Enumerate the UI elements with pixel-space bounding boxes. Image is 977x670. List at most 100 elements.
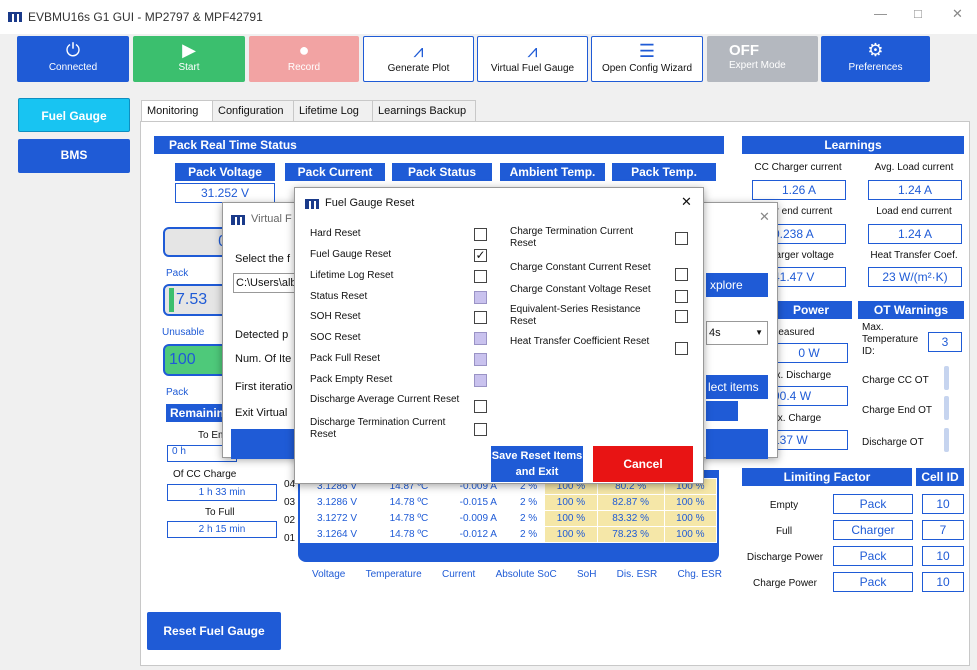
reset-option-checkbox[interactable] bbox=[474, 400, 487, 413]
pack-current-header: Pack Current bbox=[285, 163, 385, 181]
max-charge-value: 137 W bbox=[770, 430, 848, 450]
vfg-explore-button[interactable]: xplore bbox=[706, 273, 768, 297]
limit-empty-cell: 10 bbox=[922, 494, 964, 514]
reset-option-checkbox[interactable] bbox=[675, 310, 688, 323]
unusable-label: Unusable bbox=[162, 327, 205, 338]
limit-charge-power-cell: 10 bbox=[922, 572, 964, 592]
connected-label: Connected bbox=[48, 62, 98, 73]
charger-voltage-label: harger voltage bbox=[770, 250, 834, 261]
cell-table: 3.1286 V 14.87 ºC -0.009 A2 % 100 % 80.2 % 10… bbox=[299, 478, 718, 543]
reset-option-label: Charge Constant Voltage Reset bbox=[510, 284, 651, 295]
cell-id-01: 01 bbox=[284, 533, 296, 544]
generate-plot-button[interactable]: ⩘ Generate Plot bbox=[363, 36, 474, 82]
vfg-dropdown-value: 4s bbox=[709, 327, 721, 339]
charger-end-current-value: 0.238 A bbox=[770, 224, 846, 244]
vfg-close-icon[interactable]: ✕ bbox=[759, 209, 770, 225]
limit-discharge-power-label: Discharge Power bbox=[746, 552, 824, 563]
reset-option-label: Lifetime Log Reset bbox=[310, 270, 394, 281]
limit-full-cell: 7 bbox=[922, 520, 964, 540]
gear-icon: ⚙ bbox=[867, 40, 884, 60]
limit-discharge-power-factor: Pack bbox=[833, 546, 913, 566]
title-bar: EVBMU16s G1 GUI - MP2797 & MPF42791 — □ … bbox=[0, 0, 977, 34]
reset-option-checkbox[interactable] bbox=[474, 228, 487, 241]
limiting-factor-header: Limiting Factor bbox=[742, 468, 912, 486]
reset-fuel-gauge-button[interactable]: Reset Fuel Gauge bbox=[147, 612, 281, 650]
save-reset-items-button[interactable]: Save Reset Items and Exit bbox=[491, 446, 583, 482]
reset-option-label: Status Reset bbox=[310, 291, 368, 302]
record-label: Record bbox=[287, 62, 321, 73]
window-title: EVBMU16s G1 GUI - MP2797 & MPF42791 bbox=[28, 10, 263, 24]
reset-option-checkbox bbox=[474, 291, 487, 304]
reset-option-checkbox[interactable] bbox=[474, 423, 487, 436]
tab-monitoring[interactable]: Monitoring bbox=[141, 100, 213, 123]
reset-option-checkbox bbox=[474, 353, 487, 366]
vfg-path-input[interactable]: C:\Users\alb bbox=[233, 273, 295, 293]
vfg-num-items-label: Num. Of Ite bbox=[235, 353, 292, 365]
to-full-label: To Full bbox=[205, 507, 235, 518]
reset-option-label: Fuel Gauge Reset bbox=[310, 249, 392, 260]
of-cc-charge-label: Of CC Charge bbox=[173, 469, 237, 480]
generate-plot-label: Generate Plot bbox=[387, 63, 450, 74]
max-temperature-label: Max. Temperature ID: bbox=[862, 322, 919, 357]
max-temperature-value: 3 bbox=[928, 332, 962, 352]
vfg-bottom-button[interactable] bbox=[231, 429, 301, 459]
tab-configuration[interactable]: Configuration bbox=[212, 100, 294, 122]
fuel-gauge-reset-dialog: Fuel Gauge Reset ✕ Save Reset Items and … bbox=[294, 187, 704, 484]
reset-option-checkbox[interactable] bbox=[675, 342, 688, 355]
cell-value: 100 % bbox=[544, 494, 598, 511]
close-icon[interactable]: ✕ bbox=[952, 6, 963, 22]
reset-option-checkbox[interactable] bbox=[675, 268, 688, 281]
max-discharge-value: 90.4 W bbox=[770, 386, 848, 406]
open-config-wizard-button[interactable]: ☰ Open Config Wizard bbox=[591, 36, 703, 82]
maximize-icon[interactable]: □ bbox=[914, 6, 922, 21]
start-button[interactable]: ▶ Start bbox=[133, 36, 245, 82]
vfg-right-button[interactable] bbox=[706, 429, 768, 459]
open-config-wizard-label: Open Config Wizard bbox=[601, 63, 693, 74]
heat-transfer-coef-value: 23 W/(m²·K) bbox=[868, 267, 962, 287]
virtual-fuel-gauge-button[interactable]: ⩘ Virtual Fuel Gauge bbox=[477, 36, 588, 82]
vfg-cells-dropdown[interactable]: 4s ▼ bbox=[706, 321, 768, 345]
cell-value: 3.1272 V bbox=[299, 510, 375, 527]
reset-option-checkbox[interactable] bbox=[474, 270, 487, 283]
col-soh: SoH bbox=[576, 569, 597, 580]
cell-row: 3.1272 V 14.78 ºC -0.009 A2 % 100 % 83.32 % 1… bbox=[299, 510, 718, 527]
cc-charger-current-value: 1.26 A bbox=[752, 180, 846, 200]
reset-logo-icon bbox=[305, 199, 319, 209]
limit-empty-factor: Pack bbox=[833, 494, 913, 514]
preferences-button[interactable]: ⚙ Preferences bbox=[821, 36, 930, 82]
reset-option-checkbox[interactable]: ✓ bbox=[474, 249, 487, 262]
app-logo-icon bbox=[8, 12, 22, 22]
reset-option-label: Discharge Average Current Reset bbox=[310, 394, 460, 405]
limit-charge-power-label: Charge Power bbox=[753, 578, 817, 589]
vfg-select-items-button[interactable]: lect items bbox=[706, 375, 768, 399]
col-voltage: Voltage bbox=[312, 569, 346, 580]
side-nav-bms[interactable]: BMS bbox=[18, 139, 130, 173]
cell-row-ids: 04 03 02 01 bbox=[284, 476, 295, 548]
to-full-value: 2 h 15 min bbox=[167, 521, 277, 538]
col-dis-esr: Dis. ESR bbox=[616, 569, 658, 580]
cancel-button[interactable]: Cancel bbox=[593, 446, 693, 482]
cell-value: 2 % bbox=[511, 526, 546, 543]
record-button[interactable]: ● Record bbox=[249, 36, 359, 82]
pack-status-header: Pack Real Time Status bbox=[154, 136, 724, 154]
minimize-icon[interactable]: — bbox=[874, 6, 887, 21]
power-header: Power bbox=[770, 301, 852, 319]
expert-mode-toggle[interactable]: OFF Expert Mode bbox=[707, 36, 818, 82]
reset-option-checkbox[interactable] bbox=[675, 290, 688, 303]
reset-dialog-title: Fuel Gauge Reset bbox=[325, 197, 415, 209]
reset-close-icon[interactable]: ✕ bbox=[681, 194, 692, 210]
tab-lifetime-log[interactable]: Lifetime Log bbox=[293, 100, 373, 122]
reset-option-label: Charge Termination Current Reset bbox=[510, 226, 634, 249]
vfg-dialog-title: Virtual F bbox=[251, 213, 292, 225]
charge-cc-ot-label: Charge CC OT bbox=[862, 375, 929, 386]
pack-label-1: Pack bbox=[166, 268, 189, 279]
tab-learnings-backup[interactable]: Learnings Backup bbox=[372, 100, 476, 122]
col-chg-esr: Chg. ESR bbox=[677, 569, 722, 580]
connected-button[interactable]: ⏻ Connected bbox=[17, 36, 129, 82]
preferences-label: Preferences bbox=[848, 62, 903, 73]
reset-option-checkbox[interactable] bbox=[675, 232, 688, 245]
reset-option-checkbox[interactable] bbox=[474, 311, 487, 324]
reset-option-label: Equivalent-Series Resistance Reset bbox=[510, 304, 641, 327]
limit-full-factor: Charger bbox=[833, 520, 913, 540]
side-nav-fuel-gauge[interactable]: Fuel Gauge bbox=[18, 98, 130, 132]
